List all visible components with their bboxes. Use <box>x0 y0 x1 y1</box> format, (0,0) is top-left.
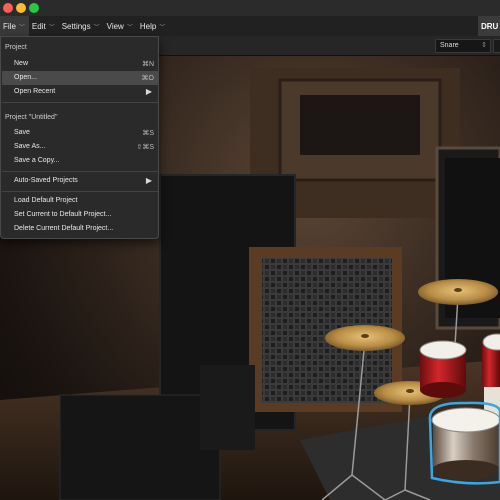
menu-section-untitled: Project "Untitled" <box>5 114 58 121</box>
menu-help[interactable]: Help ﹀ <box>137 16 169 36</box>
menu-help-label: Help <box>139 21 157 31</box>
menu-item-save-as-shortcut: ⇧⌘S <box>136 144 154 151</box>
menu-item-auto-saved-label: Auto-Saved Projects <box>14 177 78 184</box>
menu-file-label: File <box>3 21 16 31</box>
brand-tab[interactable]: DRU <box>478 16 500 36</box>
menu-item-open-recent[interactable]: Open Recent ▶ <box>2 85 158 99</box>
menu-item-save-shortcut: ⌘S <box>142 130 154 137</box>
minimize-window-icon[interactable] <box>16 3 26 13</box>
menu-section-project: Project <box>5 44 27 51</box>
menu-item-open-shortcut: ⌘O <box>141 75 154 82</box>
file-menu-dropdown: Project New ⌘N Open... ⌘O Open Recent ▶ … <box>0 36 159 239</box>
menu-item-open-label: Open... <box>14 74 37 81</box>
menu-item-save-label: Save <box>14 129 30 136</box>
menu-edit[interactable]: Edit ﹀ <box>29 16 59 36</box>
toolbar-edge-control[interactable] <box>493 39 500 53</box>
menu-item-open[interactable]: Open... ⌘O <box>2 71 158 85</box>
menu-item-save-as[interactable]: Save As... ⇧⌘S <box>2 140 158 154</box>
chevron-down-icon: ﹀ <box>159 24 166 31</box>
menu-settings-label: Settings <box>61 21 91 31</box>
chevron-down-icon: ﹀ <box>93 24 100 31</box>
menu-divider <box>2 171 158 172</box>
menu-item-new-label: New <box>14 60 29 67</box>
menu-file[interactable]: File ﹀ <box>0 16 29 36</box>
menu-item-save-copy[interactable]: Save a Copy... <box>2 154 158 168</box>
selected-snare-drum <box>428 401 500 485</box>
menu-item-new[interactable]: New ⌘N <box>2 57 158 71</box>
instrument-select-value: Snare <box>440 42 459 49</box>
menu-item-auto-saved[interactable]: Auto-Saved Projects ▶ <box>2 174 158 188</box>
window-titlebar <box>0 0 500 16</box>
menu-bar: File ﹀ Edit ﹀ Settings ﹀ View ﹀ Help ﹀ <box>0 16 500 36</box>
menu-view[interactable]: View ﹀ <box>104 16 137 36</box>
instrument-select[interactable]: Snare ⇕ <box>435 39 491 53</box>
menu-edit-label: Edit <box>31 21 46 31</box>
submenu-arrow-icon: ▶ <box>145 87 152 96</box>
chevron-down-icon: ﹀ <box>126 24 133 31</box>
menu-divider <box>2 102 158 103</box>
menu-item-load-default[interactable]: Load Default Project <box>2 194 158 208</box>
menu-item-delete-default[interactable]: Delete Current Default Project... <box>2 222 158 236</box>
menu-item-delete-default-label: Delete Current Default Project... <box>14 225 114 232</box>
menu-item-new-shortcut: ⌘N <box>141 61 154 68</box>
menu-item-open-recent-label: Open Recent <box>14 88 56 95</box>
menu-item-set-default[interactable]: Set Current to Default Project... <box>2 208 158 222</box>
menu-item-save[interactable]: Save ⌘S <box>2 126 158 140</box>
menu-item-set-default-label: Set Current to Default Project... <box>14 211 112 218</box>
chevron-down-icon: ﹀ <box>18 24 25 31</box>
close-window-icon[interactable] <box>3 3 13 13</box>
menu-item-save-as-label: Save As... <box>14 143 46 150</box>
chevron-down-icon: ﹀ <box>48 24 55 31</box>
menu-divider <box>2 191 158 192</box>
zoom-window-icon[interactable] <box>29 3 39 13</box>
chevron-updown-icon: ⇕ <box>481 42 487 49</box>
menu-view-label: View <box>106 21 124 31</box>
submenu-arrow-icon: ▶ <box>145 176 152 185</box>
menu-item-save-copy-label: Save a Copy... <box>14 157 60 164</box>
menu-settings[interactable]: Settings ﹀ <box>59 16 104 36</box>
menu-item-load-default-label: Load Default Project <box>14 197 78 204</box>
